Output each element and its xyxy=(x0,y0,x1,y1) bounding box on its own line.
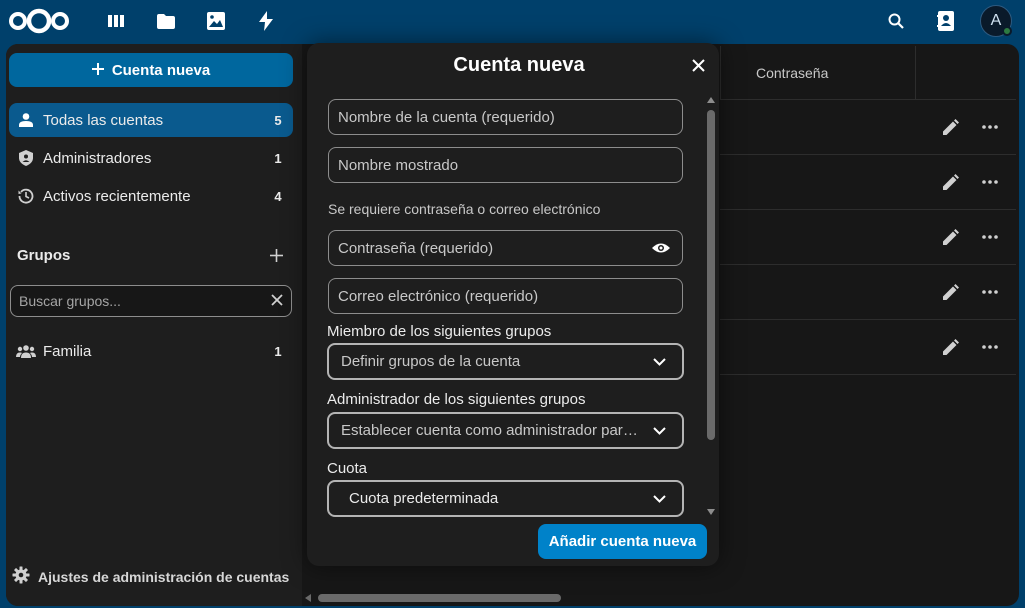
search-icon[interactable] xyxy=(885,10,907,32)
admin-groups-select[interactable]: Establecer cuenta como administrador par… xyxy=(327,412,684,449)
sidebar-item-label: Todas las cuentas xyxy=(43,111,164,129)
gear-icon xyxy=(12,566,30,587)
add-new-account-button[interactable]: Añadir cuenta nueva xyxy=(538,524,707,559)
files-icon[interactable] xyxy=(155,10,177,32)
top-bar: A xyxy=(0,0,1025,44)
more-options-icon[interactable] xyxy=(979,336,1001,358)
avatar-letter: A xyxy=(990,12,1002,29)
user-icon xyxy=(9,113,43,127)
quota-select[interactable]: Cuota predeterminada xyxy=(327,480,684,517)
online-status-icon xyxy=(1002,26,1012,36)
quota-label: Cuota xyxy=(327,460,368,477)
table-row xyxy=(720,100,1016,155)
scroll-down-arrow[interactable] xyxy=(707,509,715,515)
edit-icon[interactable] xyxy=(940,116,962,138)
groups-select-placeholder: Definir grupos de la cuenta xyxy=(341,353,521,370)
more-options-icon[interactable] xyxy=(979,281,1001,303)
close-icon[interactable] xyxy=(686,53,710,77)
sidebar-item-count: 5 xyxy=(274,112,282,128)
password-hint: Se requiere contraseña o correo electrón… xyxy=(328,201,601,217)
column-divider xyxy=(915,46,916,100)
sidebar-item-label: Activos recientemente xyxy=(43,187,191,205)
chevron-down-icon xyxy=(648,494,670,503)
admin-groups-label: Administrador de los siguientes grupos xyxy=(327,391,586,408)
plus-icon xyxy=(91,62,104,79)
password-input[interactable] xyxy=(338,239,649,257)
groups-select[interactable]: Definir grupos de la cuenta xyxy=(327,343,684,380)
group-icon xyxy=(9,344,43,358)
vertical-scrollbar[interactable] xyxy=(707,110,715,440)
sidebar-item-all-accounts[interactable]: Todas las cuentas 5 xyxy=(9,103,293,137)
display-name-input[interactable] xyxy=(338,156,673,174)
sidebar-item-admins[interactable]: Administradores 1 xyxy=(9,141,293,175)
eye-icon[interactable] xyxy=(649,242,673,254)
search-groups-placeholder: Buscar grupos... xyxy=(19,293,121,309)
quota-select-value: Cuota predeterminada xyxy=(349,490,499,507)
horizontal-scrollbar[interactable] xyxy=(318,594,561,602)
sidebar-item-count: 1 xyxy=(274,150,282,166)
history-icon xyxy=(9,188,43,204)
admin-groups-select-placeholder: Establecer cuenta como administrador par… xyxy=(341,422,644,439)
email-input[interactable] xyxy=(338,287,673,305)
dialog-title: Cuenta nueva xyxy=(453,54,585,76)
edit-icon[interactable] xyxy=(940,226,962,248)
account-name-field[interactable] xyxy=(328,99,683,135)
more-options-icon[interactable] xyxy=(979,226,1001,248)
sidebar-item-group-familia[interactable]: Familia 1 xyxy=(9,334,293,368)
sidebar-item-label: Administradores xyxy=(43,149,152,167)
sidebar-item-label: Familia xyxy=(43,342,92,360)
table-row xyxy=(720,155,1016,210)
sidebar-item-count: 4 xyxy=(274,188,282,204)
edit-icon[interactable] xyxy=(940,336,962,358)
account-admin-settings-link[interactable]: Ajustes de administración de cuentas xyxy=(12,566,289,587)
shield-icon xyxy=(9,150,43,166)
table-row xyxy=(720,320,1016,375)
more-options-icon[interactable] xyxy=(979,116,1001,138)
sidebar-item-recently-active[interactable]: Activos recientemente 4 xyxy=(9,179,293,213)
account-name-input[interactable] xyxy=(338,108,673,126)
avatar[interactable]: A xyxy=(980,5,1012,37)
nextcloud-logo-icon[interactable] xyxy=(8,8,70,39)
edit-icon[interactable] xyxy=(940,281,962,303)
more-options-icon[interactable] xyxy=(979,171,1001,193)
photos-icon[interactable] xyxy=(205,10,227,32)
display-name-field[interactable] xyxy=(328,147,683,183)
table-row xyxy=(720,265,1016,320)
clear-icon[interactable] xyxy=(271,293,283,309)
scroll-left-arrow[interactable] xyxy=(305,594,311,602)
account-admin-settings-label: Ajustes de administración de cuentas xyxy=(38,568,290,585)
activity-icon[interactable] xyxy=(255,10,277,32)
password-field[interactable] xyxy=(328,230,683,266)
groups-label: Miembro de los siguientes grupos xyxy=(327,323,552,340)
edit-icon[interactable] xyxy=(940,171,962,193)
groups-section-title: Grupos xyxy=(17,247,71,264)
table-row xyxy=(720,210,1016,265)
contacts-icon[interactable] xyxy=(935,10,957,32)
dashboard-icon[interactable] xyxy=(105,10,127,32)
email-field[interactable] xyxy=(328,278,683,314)
chevron-down-icon xyxy=(648,426,670,435)
search-groups-input[interactable]: Buscar grupos... xyxy=(10,285,292,317)
new-account-button[interactable]: Cuenta nueva xyxy=(9,53,293,87)
chevron-down-icon xyxy=(648,357,670,366)
column-header-password: Contraseña xyxy=(756,65,829,81)
scroll-up-arrow[interactable] xyxy=(707,97,715,103)
new-account-label: Cuenta nueva xyxy=(111,61,211,79)
add-group-icon[interactable] xyxy=(265,244,287,266)
sidebar-item-count: 1 xyxy=(274,343,282,359)
